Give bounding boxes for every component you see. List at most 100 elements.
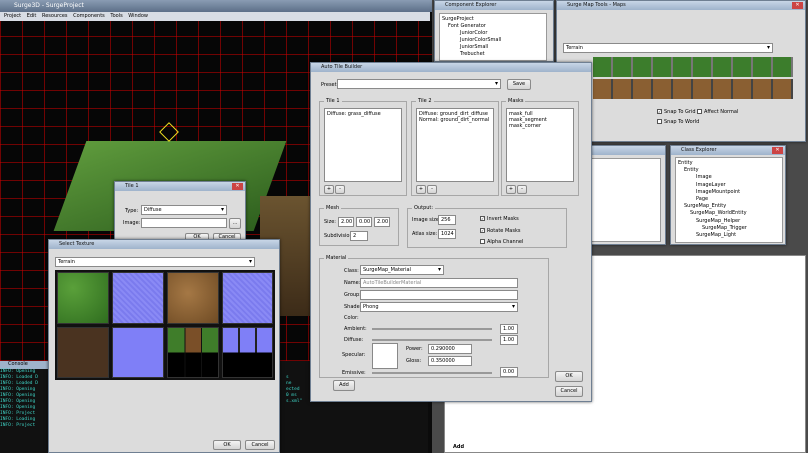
size-z-input[interactable]: 2.00 [374, 217, 390, 227]
component-tree[interactable]: SurgeProject Font Generator JuniorColor … [439, 13, 547, 61]
tree-item[interactable]: Image [678, 174, 780, 181]
browse-button[interactable]: ... [229, 218, 241, 229]
tree-item[interactable]: SurgeMap_Helper [678, 218, 780, 225]
tree-item[interactable]: SurgeMap_Entity [678, 203, 780, 210]
emissive-input[interactable]: 0.00 [500, 367, 518, 377]
texture-thumbnail[interactable] [167, 272, 219, 324]
tile-dialog-titlebar[interactable]: Tile 1 ✕ [115, 182, 245, 191]
tile2-add-button[interactable]: + [416, 185, 426, 194]
tree-item[interactable]: JuniorColor [442, 30, 544, 37]
image-size-input[interactable]: 256 [438, 215, 456, 225]
tile2-remove-button[interactable]: - [427, 185, 437, 194]
save-button[interactable]: Save [507, 79, 531, 90]
tree-item[interactable]: SurgeProject [442, 16, 544, 23]
tree-item[interactable]: SurgeMap_Light [678, 232, 780, 239]
class-dropdown[interactable]: SurgeMap_Material [360, 265, 444, 275]
tile1-add-button[interactable]: + [324, 185, 334, 194]
affect-normal-option[interactable]: Affect Normal [697, 109, 738, 115]
invert-masks-option[interactable]: ✓ Invert Masks [480, 216, 519, 222]
type-dropdown[interactable]: Diffuse [141, 205, 227, 215]
texture-grid[interactable] [55, 270, 275, 380]
list-item[interactable]: mask_corner [509, 123, 571, 129]
tile2-list[interactable]: Diffuse: ground_dirt_diffuse Normal: gro… [416, 108, 494, 182]
diffuse-slider[interactable] [372, 339, 492, 341]
rotate-masks-checkbox[interactable]: ✓ [480, 228, 485, 233]
tree-item[interactable]: Entity [678, 167, 780, 174]
size-y-input[interactable]: 0.00 [356, 217, 372, 227]
tree-item[interactable]: Trebuchet [442, 51, 544, 58]
texture-thumbnail[interactable] [112, 327, 164, 378]
masks-remove-button[interactable]: - [517, 185, 527, 194]
texture-thumbnail[interactable] [167, 327, 219, 378]
snap-world-option[interactable]: Snap To World [657, 119, 699, 125]
tree-item[interactable]: Entity [678, 160, 780, 167]
emissive-slider[interactable] [372, 372, 492, 374]
menu-project[interactable]: Project [4, 13, 21, 19]
texture-folder-dropdown[interactable]: Terrain [55, 257, 255, 267]
cancel-button[interactable]: Cancel [555, 386, 583, 397]
texture-ok-button[interactable]: OK [213, 440, 241, 450]
texture-thumbnail[interactable] [222, 327, 273, 378]
shader-dropdown[interactable]: Phong [360, 302, 518, 312]
bottom-add-button[interactable]: Add [453, 444, 464, 450]
masks-add-button[interactable]: + [506, 185, 516, 194]
menu-edit[interactable]: Edit [27, 13, 37, 19]
texture-thumbnail[interactable] [222, 272, 273, 324]
atlas-size-input[interactable]: 1024 [438, 229, 456, 239]
tree-item[interactable]: Font Generator [442, 23, 544, 30]
tree-item[interactable]: JuniorSmall [442, 44, 544, 51]
menu-window[interactable]: Window [128, 13, 148, 19]
tree-item[interactable]: Page [678, 196, 780, 203]
preset-dropdown[interactable] [337, 79, 501, 89]
rotate-masks-option[interactable]: ✓ Rotate Masks [480, 228, 520, 234]
alpha-channel-checkbox[interactable] [480, 239, 485, 244]
class-tree[interactable]: Entity Entity Image ImageLayer ImageMoun… [675, 157, 783, 243]
tree-item[interactable]: SurgeMap_WorldEntity [678, 210, 780, 217]
component-explorer-titlebar[interactable]: Component Explorer [435, 1, 553, 10]
tile1-remove-button[interactable]: - [335, 185, 345, 194]
light-gizmo-icon[interactable] [159, 122, 179, 142]
alpha-channel-option[interactable]: Alpha Channel [480, 239, 523, 245]
menu-tools[interactable]: Tools [110, 13, 122, 19]
ok-button[interactable]: OK [555, 371, 583, 382]
tree-item[interactable]: JuniorColorSmall [442, 37, 544, 44]
ambient-slider[interactable] [372, 328, 492, 330]
map-tools-titlebar[interactable]: Surge Map Tools - Maps ✕ [557, 1, 805, 10]
size-x-input[interactable]: 2.00 [338, 217, 354, 227]
auto-tile-titlebar[interactable]: Auto Tile Builder [311, 63, 591, 72]
list-item[interactable]: Normal: ground_dirt_normal [419, 117, 491, 123]
snap-grid-option[interactable]: ✓ Snap To Grid [657, 109, 696, 115]
invert-masks-checkbox[interactable]: ✓ [480, 216, 485, 221]
texture-thumbnail[interactable] [57, 272, 109, 324]
texture-thumbnail[interactable] [57, 327, 109, 378]
map-tools-dropdown[interactable]: Terrain [563, 43, 773, 53]
select-texture-titlebar[interactable]: Select Texture [49, 240, 279, 249]
snap-world-checkbox[interactable] [657, 119, 662, 124]
diffuse-input[interactable]: 1.00 [500, 335, 518, 345]
material-add-button[interactable]: Add [333, 380, 355, 391]
masks-list[interactable]: mask_full mask_segment mask_corner [506, 108, 574, 182]
tree-item[interactable]: ImageMountpoint [678, 189, 780, 196]
list-item[interactable]: Diffuse: grass_diffuse [327, 111, 399, 117]
close-icon[interactable]: ✕ [792, 2, 803, 9]
power-input[interactable]: 0.290000 [428, 344, 472, 354]
menu-components[interactable]: Components [73, 13, 105, 19]
map-tile-strip[interactable] [593, 57, 793, 77]
tree-item[interactable]: ImageLayer [678, 182, 780, 189]
subdivision-input[interactable]: 2 [350, 231, 368, 241]
ambient-input[interactable]: 1.00 [500, 324, 518, 334]
name-input[interactable]: AutoTileBuilderMaterial [360, 278, 518, 288]
close-icon[interactable]: ✕ [772, 147, 783, 154]
map-tile-strip-2[interactable] [593, 79, 793, 99]
snap-grid-checkbox[interactable]: ✓ [657, 109, 662, 114]
menu-resources[interactable]: Resources [42, 13, 68, 19]
texture-cancel-button[interactable]: Cancel [245, 440, 275, 450]
specular-swatch[interactable] [372, 343, 398, 369]
close-icon[interactable]: ✕ [232, 183, 243, 190]
tree-item[interactable]: SurgeMap_Trigger [678, 225, 780, 232]
image-input[interactable] [141, 218, 227, 228]
tile1-list[interactable]: Diffuse: grass_diffuse [324, 108, 402, 182]
texture-thumbnail[interactable] [112, 272, 164, 324]
gloss-input[interactable]: 0.350000 [428, 356, 472, 366]
affect-normal-checkbox[interactable] [697, 109, 702, 114]
